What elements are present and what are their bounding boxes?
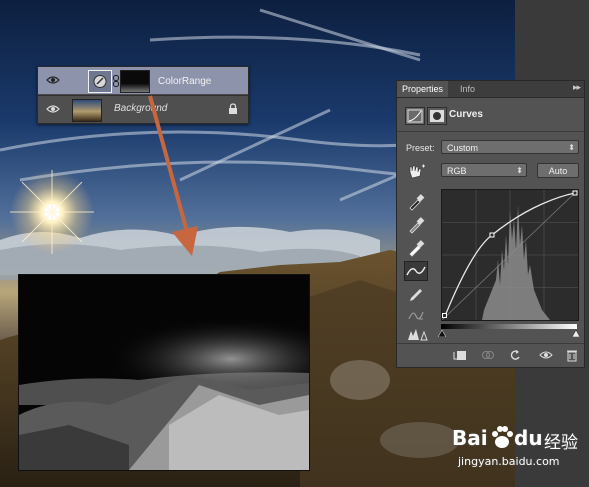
panel-menu-icon[interactable]: ▸▸ bbox=[573, 82, 581, 93]
watermark-cn: 经验 bbox=[544, 433, 578, 453]
layer-row-colorrange[interactable]: ColorRange bbox=[38, 67, 248, 94]
channel-value: RGB bbox=[447, 166, 467, 176]
clipping-warning-icon[interactable] bbox=[407, 327, 429, 341]
target-adjustment-hand-icon[interactable] bbox=[406, 163, 426, 181]
paw-logo bbox=[492, 426, 513, 448]
properties-panel: Properties Info ▸▸ Curves Preset: Custom… bbox=[396, 80, 585, 368]
background-thumbnail bbox=[72, 99, 102, 122]
reset-icon[interactable] bbox=[508, 348, 522, 362]
watermark-url: jingyan.baidu.com bbox=[458, 455, 560, 468]
curve-point bbox=[442, 313, 447, 318]
chain-link-icon[interactable] bbox=[113, 75, 119, 87]
black-point-slider[interactable] bbox=[438, 330, 446, 337]
tab-properties[interactable]: Properties bbox=[397, 81, 449, 97]
dropdown-arrows-icon: ⬍ bbox=[516, 166, 523, 175]
preset-dropdown[interactable]: Custom ⬍ bbox=[441, 140, 579, 154]
layer-mask-thumbnail[interactable] bbox=[120, 70, 150, 93]
dropdown-arrows-icon: ⬍ bbox=[568, 143, 575, 152]
mask-icon[interactable] bbox=[427, 107, 447, 125]
eyedropper-white-icon[interactable] bbox=[407, 239, 425, 257]
white-point-slider[interactable] bbox=[572, 330, 580, 337]
watermark-brand-suffix: du bbox=[514, 426, 543, 450]
divider bbox=[397, 131, 584, 132]
eyedropper-black-icon[interactable] bbox=[407, 193, 425, 211]
properties-footer bbox=[397, 343, 584, 366]
channel-dropdown[interactable]: RGB ⬍ bbox=[441, 163, 527, 177]
auto-button[interactable]: Auto bbox=[537, 163, 579, 178]
pencil-icon[interactable] bbox=[407, 286, 425, 304]
trash-icon[interactable] bbox=[565, 348, 579, 362]
curves-adjustment-icon bbox=[405, 107, 425, 125]
watermark-brand: Bai bbox=[452, 426, 488, 450]
visibility-eye-icon[interactable] bbox=[46, 103, 60, 115]
view-previous-state-icon[interactable] bbox=[481, 348, 495, 362]
layers-panel: ColorRange Background bbox=[37, 66, 249, 124]
curve-point bbox=[572, 190, 578, 196]
curve-edit-icon[interactable] bbox=[404, 261, 428, 281]
smooth-curve-icon[interactable] bbox=[407, 307, 425, 325]
layer-name-background: Background bbox=[114, 103, 168, 114]
adjustment-layer-icon bbox=[88, 70, 112, 93]
clip-to-layer-icon[interactable] bbox=[453, 348, 467, 362]
curves-graph[interactable] bbox=[441, 189, 579, 321]
visibility-eye-icon[interactable] bbox=[539, 348, 553, 362]
layer-row-background[interactable]: Background bbox=[38, 95, 248, 123]
mask-preview-image bbox=[18, 274, 310, 471]
curve-point bbox=[489, 232, 495, 238]
baidu-watermark: Bai du 经验 jingyan.baidu.com bbox=[452, 420, 582, 476]
visibility-eye-icon[interactable] bbox=[46, 74, 60, 86]
preset-label: Preset: bbox=[406, 143, 435, 153]
output-gradient-bar bbox=[441, 324, 577, 329]
properties-tab-bar: Properties Info ▸▸ bbox=[397, 81, 584, 98]
tab-info[interactable]: Info bbox=[455, 81, 480, 97]
lock-icon bbox=[229, 103, 237, 114]
preset-value: Custom bbox=[447, 143, 479, 153]
eyedropper-gray-icon[interactable] bbox=[407, 216, 425, 234]
layer-name-colorrange: ColorRange bbox=[158, 76, 212, 87]
adjustment-title: Curves bbox=[449, 109, 483, 120]
